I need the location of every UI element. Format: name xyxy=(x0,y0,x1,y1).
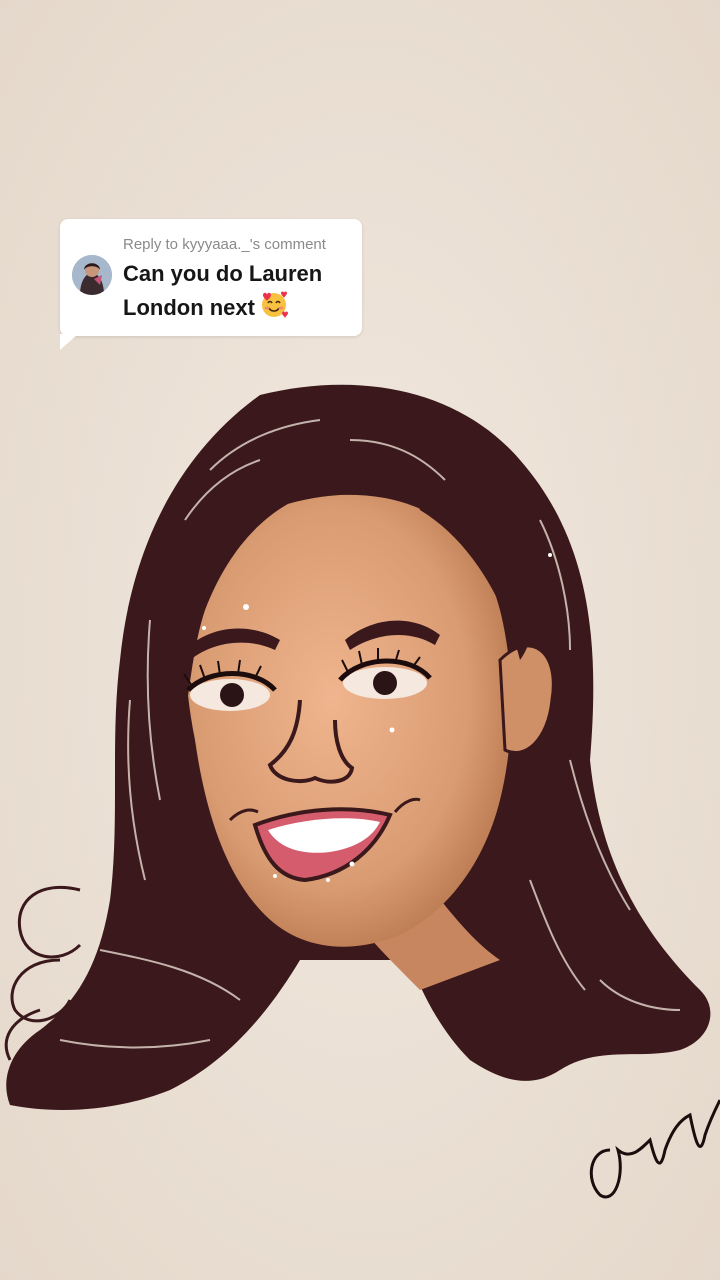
reply-header: Reply to kyyyaaa._'s comment xyxy=(123,236,326,253)
portrait-drawing xyxy=(0,0,720,1280)
reply-comment-bubble[interactable]: Reply to kyyyaaa._'s comment Can you do … xyxy=(60,219,362,336)
reply-comment-body: Can you do Lauren London next xyxy=(123,261,323,320)
smiling-face-with-hearts-icon xyxy=(259,289,289,327)
commenter-avatar[interactable] xyxy=(72,255,112,295)
video-frame: Reply to kyyyaaa._'s comment Can you do … xyxy=(0,0,720,1280)
reply-comment-text: Can you do Lauren London next xyxy=(123,259,353,327)
reply-bubble-tail xyxy=(60,334,78,350)
